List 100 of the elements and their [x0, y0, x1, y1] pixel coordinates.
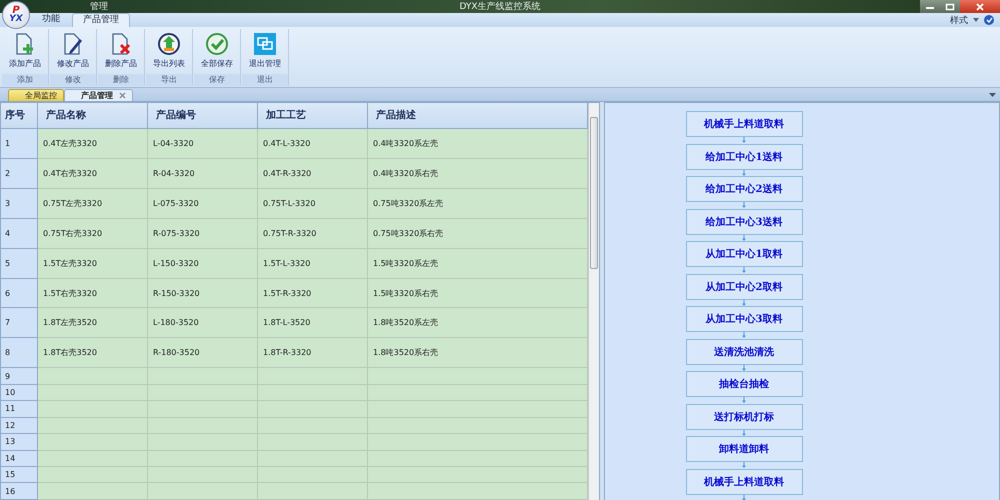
row-header: 11: [1, 401, 38, 418]
connector-arrow: [741, 234, 747, 241]
table-cell: 0.4吨3320系右壳: [368, 158, 588, 189]
column-header[interactable]: 加工工艺: [258, 103, 368, 129]
ribbon-button[interactable]: 删除产品: [99, 29, 143, 74]
row-header: 15: [1, 467, 38, 484]
table-cell: 1.5T右壳3320: [38, 278, 148, 308]
table-cell: 0.75T右壳3320: [38, 218, 148, 249]
window-title: DYX生产线监控系统: [458, 0, 542, 13]
row-header: 6: [1, 278, 38, 308]
table-cell: 1.8T左壳3520: [38, 308, 148, 338]
column-header[interactable]: 产品描述: [368, 103, 588, 129]
connector-arrow: [741, 332, 747, 338]
group-label: 添加: [2, 74, 48, 86]
ribbon-tab[interactable]: 功能: [32, 13, 70, 26]
column-header[interactable]: 产品编号: [148, 103, 258, 129]
table-cell: 1.5T-L-3320: [258, 248, 368, 279]
connector-arrow: [741, 430, 747, 436]
connector-arrow: [741, 364, 747, 371]
table-cell: 0.4T右壳3320: [38, 158, 148, 189]
row-header: 3: [1, 188, 38, 219]
row-header: 5: [1, 248, 38, 279]
row-header: 10: [1, 384, 38, 402]
table-cell: 0.4T-R-3320: [258, 158, 368, 189]
row-header: 4: [1, 218, 38, 249]
table-cell: 1.8T-R-3320: [258, 338, 368, 368]
connector-arrow: [741, 494, 747, 500]
column-header[interactable]: 产品名称: [38, 103, 148, 129]
table-cell: L-075-3320: [148, 188, 258, 219]
flow-step: 给加工中心2送料: [686, 176, 802, 202]
document-tab[interactable]: 产品管理: [64, 89, 133, 101]
dropdown-icon[interactable]: [973, 18, 979, 22]
ribbon-button[interactable]: 修改产品: [51, 29, 95, 74]
connector-arrow: [741, 267, 747, 274]
close-icon[interactable]: [119, 92, 126, 99]
flow-step: 从加工中心3取料: [686, 306, 802, 332]
table-cell: R-04-3320: [148, 158, 258, 189]
column-header[interactable]: 序号: [1, 103, 38, 129]
document-tab[interactable]: 全局监控: [8, 89, 64, 101]
connector-arrow: [741, 137, 747, 144]
group-label: 保存: [194, 74, 240, 86]
scroll-thumb[interactable]: [590, 117, 598, 269]
flow-step: 卸料道卸料: [686, 436, 802, 462]
flow-step: 给加工中心1送料: [686, 144, 802, 170]
maximize-icon: [945, 2, 955, 10]
table-cell: 1.5吨3320系左壳: [368, 248, 588, 279]
table-cell: 0.75T左壳3320: [38, 188, 148, 219]
flow-step: 从加工中心2取料: [686, 274, 802, 300]
connector-arrow: [741, 170, 747, 176]
ribbon-button[interactable]: 导出列表: [147, 29, 191, 74]
minimize-button[interactable]: [920, 0, 940, 13]
table-cell: 0.75T-R-3320: [258, 218, 368, 249]
table-cell: 1.5T左壳3320: [38, 248, 148, 279]
scrollbar[interactable]: [588, 103, 599, 500]
table-cell: L-04-3320: [148, 128, 258, 159]
table-cell: 0.75吨3320系左壳: [368, 188, 588, 219]
row-header: 12: [1, 418, 38, 434]
group-label: 删除: [98, 74, 144, 86]
row-header: 1: [1, 128, 38, 159]
ribbon-button[interactable]: 全部保存: [195, 29, 239, 74]
flow-step: 从加工中心1取料: [686, 241, 802, 267]
table-cell: R-180-3520: [148, 338, 258, 368]
ribbon-button[interactable]: 退出管理: [243, 29, 287, 74]
table-cell: 0.75T-L-3320: [258, 188, 368, 219]
style-menu[interactable]: 样式: [950, 14, 968, 26]
table-cell: 1.5吨3320系右壳: [368, 278, 588, 308]
flow-step: 给加工中心3送料: [686, 208, 802, 234]
row-header: 13: [1, 434, 38, 451]
windows-square-icon: [251, 31, 279, 57]
close-icon: [975, 2, 985, 10]
dropdown-icon[interactable]: [989, 93, 996, 97]
table-cell: 1.5T-R-3320: [258, 278, 368, 308]
flow-step: 机械手上料道取料: [686, 111, 802, 137]
table-cell: 0.4T-L-3320: [258, 128, 368, 159]
connector-arrow: [741, 300, 747, 306]
flow-step: 送清洗池清洗: [686, 338, 802, 364]
group-label: 修改: [50, 74, 96, 86]
group-label: 退出: [242, 74, 288, 86]
connector-arrow: [741, 202, 747, 208]
app-logo: P YX: [2, 1, 30, 29]
ribbon-tab[interactable]: 产品管理: [72, 13, 130, 27]
row-header: 9: [1, 368, 38, 385]
table-cell: R-075-3320: [148, 218, 258, 249]
close-button[interactable]: [960, 0, 1000, 13]
ribbon-button[interactable]: 添加产品: [3, 29, 47, 74]
table-cell: 1.8T右壳3520: [38, 338, 148, 368]
flow-step: 送打标机打标: [686, 404, 802, 430]
row-header: 14: [1, 450, 38, 468]
help-icon[interactable]: [984, 15, 994, 25]
flow-step: 抽检台抽检: [686, 371, 802, 397]
group-label: 导出: [146, 74, 192, 86]
table-cell: 1.8吨3520系右壳: [368, 338, 588, 368]
flow-step: 机械手上料道取料: [686, 468, 802, 494]
row-header: 16: [1, 483, 38, 500]
table-cell: R-150-3320: [148, 278, 258, 308]
check-circle-icon: [203, 31, 231, 57]
table-cell: 0.4吨3320系左壳: [368, 128, 588, 159]
maximize-button[interactable]: [940, 0, 960, 13]
table-cell: 0.4T左壳3320: [38, 128, 148, 159]
row-header: 8: [1, 338, 38, 368]
